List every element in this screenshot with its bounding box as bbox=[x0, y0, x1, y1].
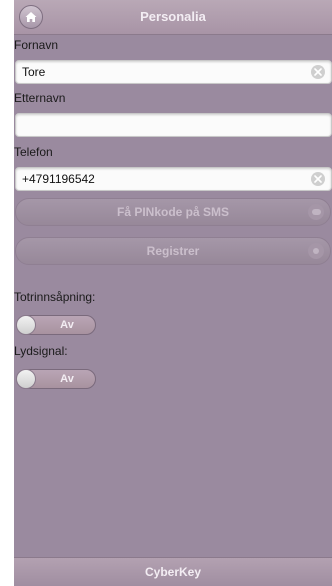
lydsignal-state: Av bbox=[60, 373, 74, 385]
register-label: Registrer bbox=[146, 244, 200, 258]
app-screen: Personalia Fornavn Tore Etternavn Telefo… bbox=[14, 0, 332, 586]
telefon-label: Telefon bbox=[14, 145, 53, 159]
toggle-knob bbox=[16, 369, 36, 389]
register-button[interactable]: Registrer bbox=[15, 237, 331, 265]
footer-bar: CyberKey bbox=[14, 557, 332, 586]
page-title: Personalia bbox=[140, 9, 206, 24]
sms-pin-label: Få PINkode på SMS bbox=[116, 205, 230, 219]
lydsignal-toggle[interactable]: Av bbox=[16, 369, 96, 389]
footer-title: CyberKey bbox=[144, 565, 202, 579]
telefon-field[interactable]: +4791196542 bbox=[15, 167, 332, 191]
fornavn-field[interactable]: Tore bbox=[15, 60, 332, 84]
totrinn-toggle[interactable]: Av bbox=[16, 315, 96, 335]
chat-icon bbox=[308, 204, 324, 220]
toggle-knob bbox=[16, 315, 36, 335]
lydsignal-label: Lydsignal: bbox=[14, 344, 68, 358]
clear-icon[interactable] bbox=[311, 65, 325, 79]
etternavn-label: Etternavn bbox=[14, 91, 66, 105]
totrinn-state: Av bbox=[60, 319, 74, 331]
totrinn-label: Totrinnsåpning: bbox=[14, 290, 96, 304]
telefon-value: +4791196542 bbox=[22, 172, 95, 186]
dot-icon bbox=[308, 243, 324, 259]
fornavn-value: Tore bbox=[22, 65, 46, 79]
sms-pin-button[interactable]: Få PINkode på SMS bbox=[15, 198, 331, 226]
clear-icon[interactable] bbox=[311, 172, 325, 186]
etternavn-field[interactable] bbox=[15, 113, 332, 137]
header-bar: Personalia bbox=[14, 0, 332, 35]
fornavn-label: Fornavn bbox=[14, 38, 59, 52]
